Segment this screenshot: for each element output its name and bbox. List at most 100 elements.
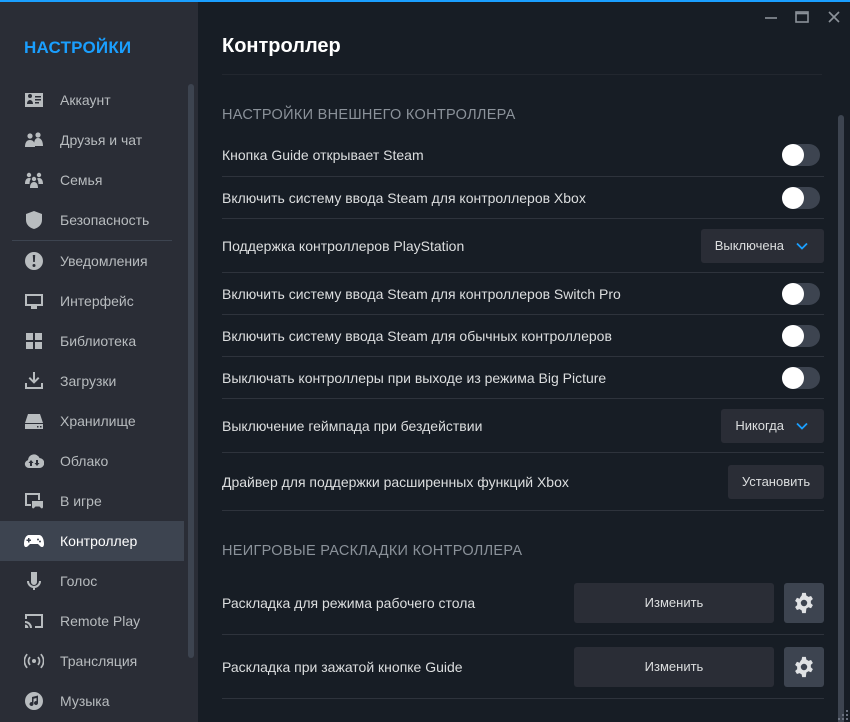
sidebar-item-label: Друзья и чат <box>60 132 143 148</box>
setting-label: Включить систему ввода Steam для контрол… <box>222 285 621 302</box>
cloud-sync-icon <box>24 451 44 471</box>
title-divider <box>222 74 822 75</box>
setting-row-xbox-driver: Драйвер для поддержки расширенных функци… <box>222 453 824 511</box>
sidebar-item-label: Семья <box>60 172 103 188</box>
setting-row-idle-shutdown: Выключение геймпада при бездействии Нико… <box>222 399 824 453</box>
gear-icon <box>795 656 813 677</box>
gamepad-icon <box>24 531 44 551</box>
sidebar-item-security[interactable]: Безопасность <box>0 200 184 240</box>
sidebar-item-label: Хранилище <box>60 413 136 429</box>
setting-label: Выключать контроллеры при выходе из режи… <box>222 369 607 386</box>
setting-label: Включить систему ввода Steam для контрол… <box>222 189 586 206</box>
setting-row-desktop-layout: Раскладка для режима рабочего стола Изме… <box>222 571 824 635</box>
install-driver-button[interactable]: Установить <box>728 464 824 499</box>
desktop-layout-settings-button[interactable] <box>784 582 824 623</box>
sidebar-item-label: Музыка <box>60 693 110 709</box>
section-heading-non-game-layouts: НЕИГРОВЫЕ РАСКЛАДКИ КОНТРОЛЛЕРА <box>222 543 523 559</box>
sidebar-item-label: Аккаунт <box>60 92 111 108</box>
setting-label: Раскладка для режима рабочего стола <box>222 594 476 611</box>
close-button[interactable] <box>823 6 845 28</box>
sidebar-item-music[interactable]: Музыка <box>0 681 184 721</box>
sidebar-item-label: В игре <box>60 493 102 509</box>
sidebar-item-family[interactable]: Семья <box>0 160 184 200</box>
chevron-down-icon <box>796 422 808 430</box>
family-icon <box>24 170 44 190</box>
sidebar-item-in-game[interactable]: В игре <box>0 481 184 521</box>
xbox-input-toggle[interactable] <box>782 186 820 209</box>
close-icon <box>828 11 840 23</box>
main-panel: Контроллер НАСТРОЙКИ ВНЕШНЕГО КОНТРОЛЛЕР… <box>198 0 850 722</box>
minimize-button[interactable] <box>760 6 782 28</box>
chevron-down-icon <box>796 242 808 250</box>
monitor-icon <box>24 291 44 311</box>
setting-row-switch-pro-input: Включить систему ввода Steam для контрол… <box>222 273 824 315</box>
account-card-icon <box>24 90 44 110</box>
toggle-knob <box>782 324 804 347</box>
library-grid-icon <box>24 331 44 351</box>
main-scrollbar[interactable] <box>838 115 844 722</box>
settings-sidebar: НАСТРОЙКИ Аккаунт Друзья и чат Семья Без… <box>0 0 198 722</box>
setting-row-generic-input: Включить систему ввода Steam для обычных… <box>222 315 824 357</box>
shield-icon <box>24 210 44 230</box>
storage-drive-icon <box>24 411 44 431</box>
dropdown-value: Никогда <box>735 418 784 433</box>
sidebar-item-label: Интерфейс <box>60 293 134 309</box>
sidebar-item-remote-play[interactable]: Remote Play <box>0 601 184 641</box>
sidebar-item-storage[interactable]: Хранилище <box>0 401 184 441</box>
maximize-icon <box>795 11 809 23</box>
sidebar-item-cloud[interactable]: Облако <box>0 441 184 481</box>
maximize-button[interactable] <box>791 6 813 28</box>
gear-icon <box>795 592 813 613</box>
cast-icon <box>24 611 44 631</box>
sidebar-item-label: Облако <box>60 453 109 469</box>
guide-opens-steam-toggle[interactable] <box>782 144 820 166</box>
dropdown-value: Выключена <box>714 238 784 253</box>
in-game-icon <box>24 491 44 511</box>
guide-chord-layout-settings-button[interactable] <box>784 646 824 687</box>
sidebar-item-label: Трансляция <box>60 653 138 669</box>
broadcast-icon <box>24 651 44 671</box>
setting-row-big-picture-exit: Выключать контроллеры при выходе из режи… <box>222 357 824 399</box>
generic-input-toggle[interactable] <box>782 324 820 347</box>
toggle-knob <box>782 186 804 209</box>
sidebar-item-label: Загрузки <box>60 373 117 389</box>
sidebar-scrollbar[interactable] <box>188 84 194 658</box>
page-title: Контроллер <box>222 35 341 57</box>
setting-label: Кнопка Guide открывает Steam <box>222 147 424 163</box>
window-top-accent <box>0 0 850 2</box>
sidebar-item-broadcast[interactable]: Трансляция <box>0 641 184 681</box>
sidebar-item-library[interactable]: Библиотека <box>0 321 184 361</box>
sidebar-item-friends-chat[interactable]: Друзья и чат <box>0 120 184 160</box>
sidebar-item-label: Уведомления <box>60 253 148 269</box>
setting-label: Выключение геймпада при бездействии <box>222 417 483 434</box>
sidebar-item-label: Библиотека <box>60 333 137 349</box>
setting-row-guide-chord-layout: Раскладка при зажатой кнопке Guide Измен… <box>222 635 824 699</box>
section-heading-external-controller: НАСТРОЙКИ ВНЕШНЕГО КОНТРОЛЛЕРА <box>222 107 516 123</box>
sidebar-nav: Аккаунт Друзья и чат Семья Безопасность … <box>0 80 184 721</box>
setting-row-guide-opens-steam: Кнопка Guide открывает Steam <box>222 134 824 177</box>
resize-grip-icon[interactable] <box>836 708 848 720</box>
microphone-icon <box>24 571 44 591</box>
playstation-support-dropdown[interactable]: Выключена <box>700 228 824 263</box>
toggle-knob <box>782 282 804 305</box>
sidebar-item-controller[interactable]: Контроллер <box>0 521 184 561</box>
sidebar-item-voice[interactable]: Голос <box>0 561 184 601</box>
setting-row-playstation-support: Поддержка контроллеров PlayStation Выклю… <box>222 219 824 273</box>
sidebar-item-notifications[interactable]: Уведомления <box>0 241 184 281</box>
setting-label: Драйвер для поддержки расширенных функци… <box>222 473 569 490</box>
sidebar-item-interface[interactable]: Интерфейс <box>0 281 184 321</box>
download-icon <box>24 371 44 391</box>
big-picture-exit-toggle[interactable] <box>782 366 820 389</box>
idle-shutdown-dropdown[interactable]: Никогда <box>721 408 824 443</box>
toggle-knob <box>782 144 804 166</box>
edit-guide-chord-layout-button[interactable]: Изменить <box>574 646 774 687</box>
edit-desktop-layout-button[interactable]: Изменить <box>574 582 774 623</box>
sidebar-item-downloads[interactable]: Загрузки <box>0 361 184 401</box>
sidebar-item-label: Контроллер <box>60 533 138 549</box>
sidebar-item-account[interactable]: Аккаунт <box>0 80 184 120</box>
setting-row-xbox-input: Включить систему ввода Steam для контрол… <box>222 177 824 219</box>
music-icon <box>24 691 44 711</box>
sidebar-item-label: Безопасность <box>60 212 150 228</box>
friends-icon <box>24 130 44 150</box>
switch-pro-input-toggle[interactable] <box>782 282 820 305</box>
